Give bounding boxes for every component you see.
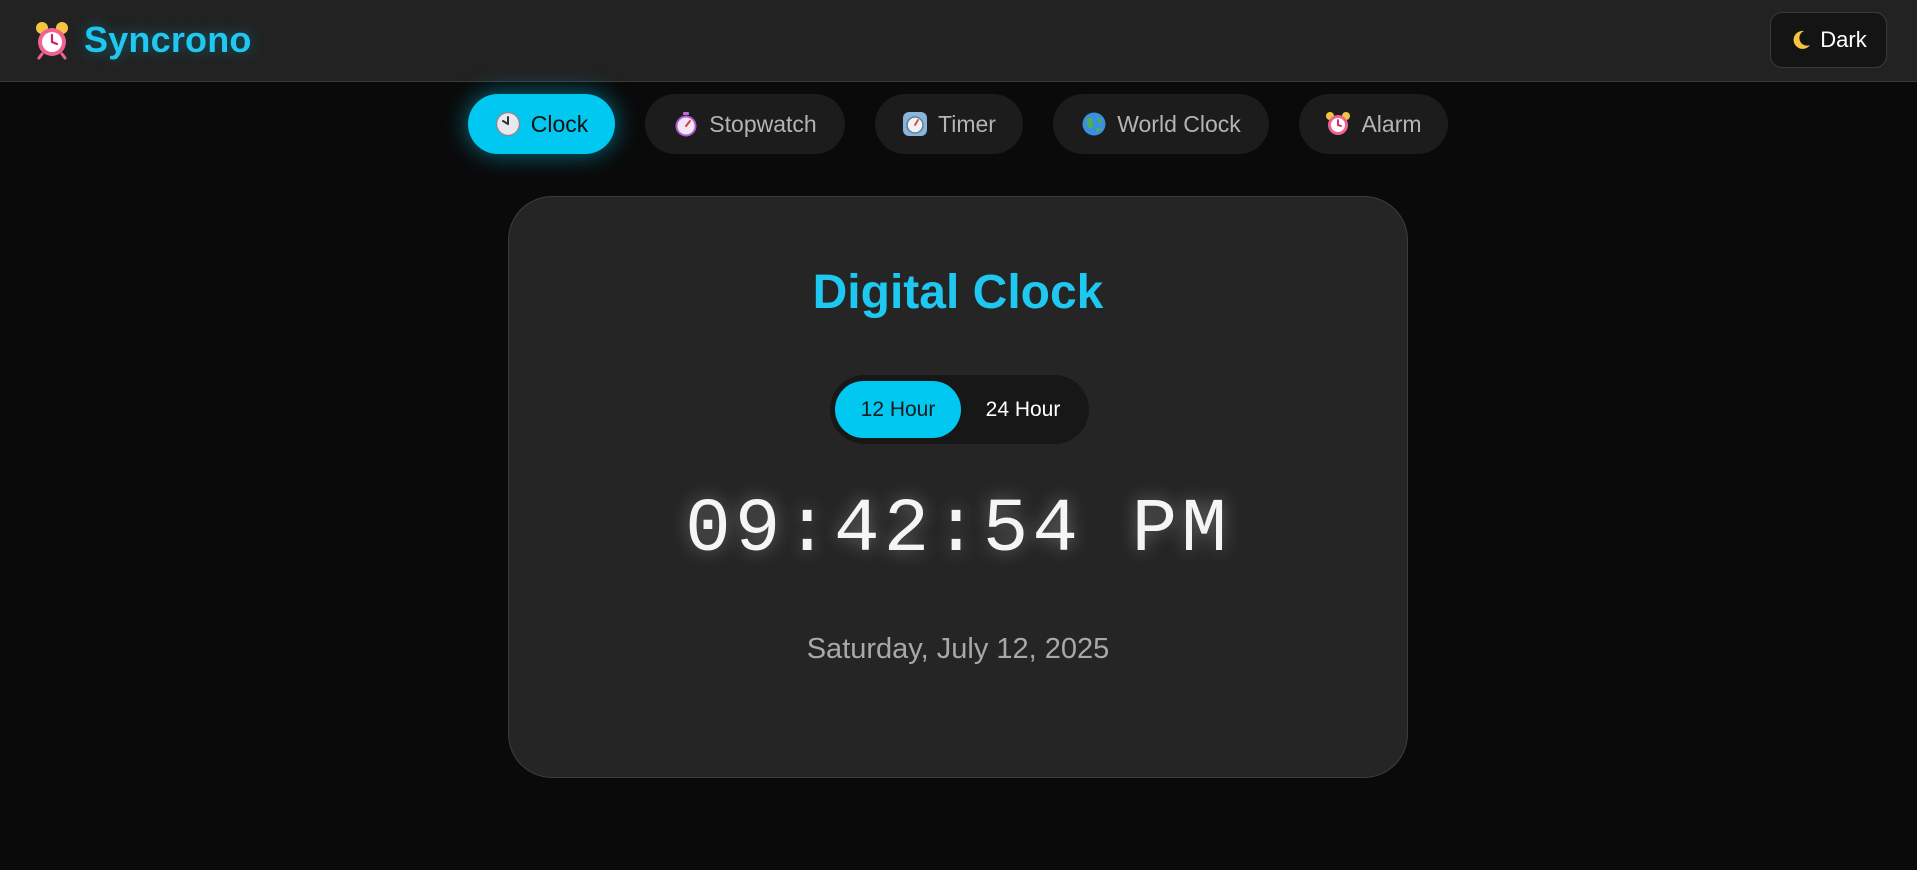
page-title: Digital Clock [812, 266, 1104, 319]
timer-icon [903, 112, 928, 136]
app-header: Syncrono Dark [0, 0, 1917, 82]
tab-label: World Clock [1117, 110, 1241, 137]
moon-icon [1793, 30, 1811, 49]
theme-toggle-label: Dark [1820, 27, 1867, 52]
globe-icon [1082, 112, 1106, 136]
time-format-toggle: 12 Hour 24 Hour [830, 375, 1089, 444]
tab-label: Alarm [1361, 110, 1422, 137]
alarm-clock-icon [36, 22, 68, 60]
time-display: 09:42:54 PM [685, 487, 1231, 573]
tab-bar: Clock Stopwatch Timer World Clock Alarm [0, 94, 1917, 154]
format-12-hour-button[interactable]: 12 Hour [835, 381, 961, 438]
tab-label: Stopwatch [709, 110, 817, 137]
brand: Syncrono [34, 18, 252, 62]
date-display: Saturday, July 12, 2025 [806, 633, 1110, 665]
app-name: Syncrono [84, 19, 252, 60]
alarm-clock-icon [1326, 112, 1351, 135]
tab-label: Clock [530, 110, 589, 137]
theme-toggle-button[interactable]: Dark [1770, 12, 1887, 68]
format-24-hour-button[interactable]: 24 Hour [961, 381, 1085, 438]
tab-stopwatch[interactable]: Stopwatch [645, 94, 845, 154]
digital-clock-card: Digital Clock 12 Hour 24 Hour 09:42:54 P… [508, 196, 1408, 778]
tab-clock[interactable]: Clock [468, 94, 615, 154]
stopwatch-icon [675, 112, 697, 137]
tab-alarm[interactable]: Alarm [1299, 94, 1448, 154]
clock-icon [495, 111, 520, 137]
tab-label: Timer [938, 110, 996, 137]
tab-world-clock[interactable]: World Clock [1053, 94, 1269, 154]
tab-timer[interactable]: Timer [875, 94, 1023, 154]
